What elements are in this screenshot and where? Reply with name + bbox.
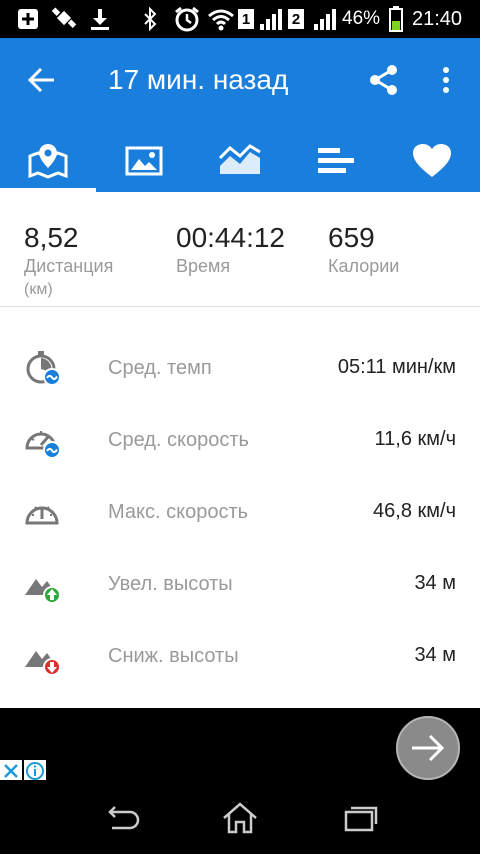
sim1-badge: 1 xyxy=(238,9,254,29)
signal-sim2-icon xyxy=(312,7,338,31)
distance-label: Дистанция xyxy=(24,256,114,276)
bluetooth-icon xyxy=(140,7,160,31)
stat-row-max-speed: Макс. скорость 46,8 км/ч xyxy=(0,477,480,549)
back-button[interactable] xyxy=(22,62,62,98)
satellite-icon xyxy=(50,7,80,31)
stat-value: 46,8 км/ч xyxy=(373,500,456,522)
stat-row-elevation-gain: Увел. высоты 34 м xyxy=(0,549,480,621)
stat-row-avg-pace: Сред. темп 05:11 мин/км xyxy=(0,333,480,405)
tab-map[interactable] xyxy=(0,130,96,192)
nav-back-icon xyxy=(108,806,140,830)
battery-percent: 46% xyxy=(342,8,381,29)
info-icon xyxy=(26,762,44,780)
signal-sim1-icon xyxy=(258,7,284,31)
more-vert-icon xyxy=(443,67,449,93)
stat-label: Сред. темп xyxy=(108,357,212,379)
time-value: 00:44:12 xyxy=(176,222,285,253)
close-icon xyxy=(4,764,18,778)
stat-value: 11,6 км/ч xyxy=(374,428,456,450)
stat-row-avg-speed: Сред. скорость 11,6 км/ч xyxy=(0,405,480,477)
clock: 21:40 xyxy=(412,8,463,30)
status-bar: 1 2 46% 21:40 xyxy=(0,0,480,38)
calories-label: Калории xyxy=(328,256,400,276)
home-icon xyxy=(223,802,257,834)
back-arrow-icon xyxy=(27,67,54,93)
arrow-right-icon xyxy=(412,734,445,762)
calories-value: 659 xyxy=(328,222,375,253)
splits-tab-icon xyxy=(318,148,354,173)
recent-apps-icon xyxy=(344,806,378,832)
chart-tab-icon xyxy=(218,144,261,174)
battery-icon xyxy=(388,6,404,32)
distance-unit: (км) xyxy=(24,281,53,298)
stat-label: Увел. высоты xyxy=(108,573,233,595)
nav-home-button[interactable] xyxy=(216,798,264,838)
ad-next-button[interactable] xyxy=(396,716,460,780)
tab-splits[interactable] xyxy=(288,130,384,192)
page-title: 17 мин. назад xyxy=(108,64,289,95)
heart-tab-icon xyxy=(413,144,451,177)
map-tab-icon xyxy=(28,144,68,179)
summary-panel: 8,52 Дистанция (км) 00:44:12 Время 659 К… xyxy=(0,192,480,306)
elevation-gain-icon xyxy=(24,565,64,605)
share-icon xyxy=(370,65,397,95)
distance-value: 8,52 xyxy=(24,222,79,253)
stat-value: 05:11 мин/км xyxy=(337,356,456,378)
stat-row-elevation-loss: Сниж. высоты 34 м xyxy=(0,621,480,693)
time-summary: 00:44:12 Время xyxy=(176,222,285,278)
add-notification-icon xyxy=(16,7,40,31)
stat-label: Макс. скорость xyxy=(108,501,249,523)
calories-summary: 659 Калории xyxy=(328,222,399,278)
download-icon xyxy=(88,7,112,31)
summary-divider xyxy=(0,306,480,307)
distance-summary: 8,52 Дистанция (км) xyxy=(24,222,113,300)
stat-label: Сред. скорость xyxy=(108,429,249,451)
sim2-badge: 2 xyxy=(288,9,304,29)
alarm-icon xyxy=(172,6,202,32)
share-button[interactable] xyxy=(366,62,402,98)
stat-value: 34 м xyxy=(414,572,456,594)
tab-photos[interactable] xyxy=(96,130,192,192)
ad-close-button[interactable] xyxy=(0,760,22,782)
stat-label: Сниж. высоты xyxy=(108,645,239,667)
ad-info-button[interactable] xyxy=(24,760,46,782)
tab-bar xyxy=(0,130,480,192)
navigation-bar xyxy=(0,780,480,854)
ad-banner[interactable] xyxy=(0,708,480,782)
avg-speed-icon xyxy=(24,421,64,461)
stat-value: 34 м xyxy=(414,644,456,666)
wifi-icon xyxy=(206,7,236,31)
nav-back-button[interactable] xyxy=(96,798,144,838)
nav-recents-button[interactable] xyxy=(336,798,384,838)
elevation-loss-icon xyxy=(24,637,64,677)
photo-tab-icon xyxy=(125,146,163,176)
avg-pace-icon xyxy=(24,349,64,389)
tab-charts[interactable] xyxy=(192,130,288,192)
tab-heart-rate[interactable] xyxy=(384,130,480,192)
time-label: Время xyxy=(176,256,231,276)
app-bar: 17 мин. назад xyxy=(0,38,480,192)
more-options-button[interactable] xyxy=(434,62,458,98)
max-speed-icon xyxy=(24,493,64,533)
